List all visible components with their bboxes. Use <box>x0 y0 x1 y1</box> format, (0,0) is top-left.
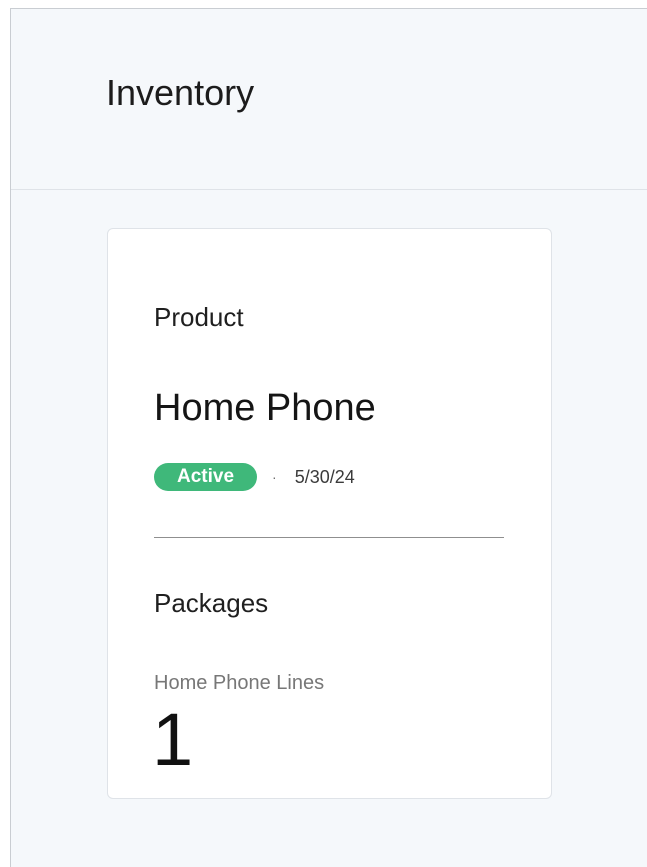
status-date: 5/30/24 <box>294 466 355 487</box>
section-divider <box>154 537 504 538</box>
product-card: Product Home Phone Active · 5/30/24 Pack… <box>107 228 552 799</box>
page-title: Inventory <box>106 72 255 113</box>
status-badge: Active <box>154 463 258 491</box>
product-name: Home Phone <box>154 387 376 429</box>
package-metric-value: 1 <box>152 698 194 781</box>
separator-dot: · <box>272 469 277 485</box>
app-frame: Inventory Product Home Phone Active · 5/… <box>10 8 647 867</box>
page-header: Inventory <box>11 9 647 190</box>
status-row: Active · 5/30/24 <box>154 463 355 491</box>
packages-section-label: Packages <box>154 588 269 618</box>
product-section-label: Product <box>154 302 244 332</box>
package-metric-label: Home Phone Lines <box>154 672 325 694</box>
